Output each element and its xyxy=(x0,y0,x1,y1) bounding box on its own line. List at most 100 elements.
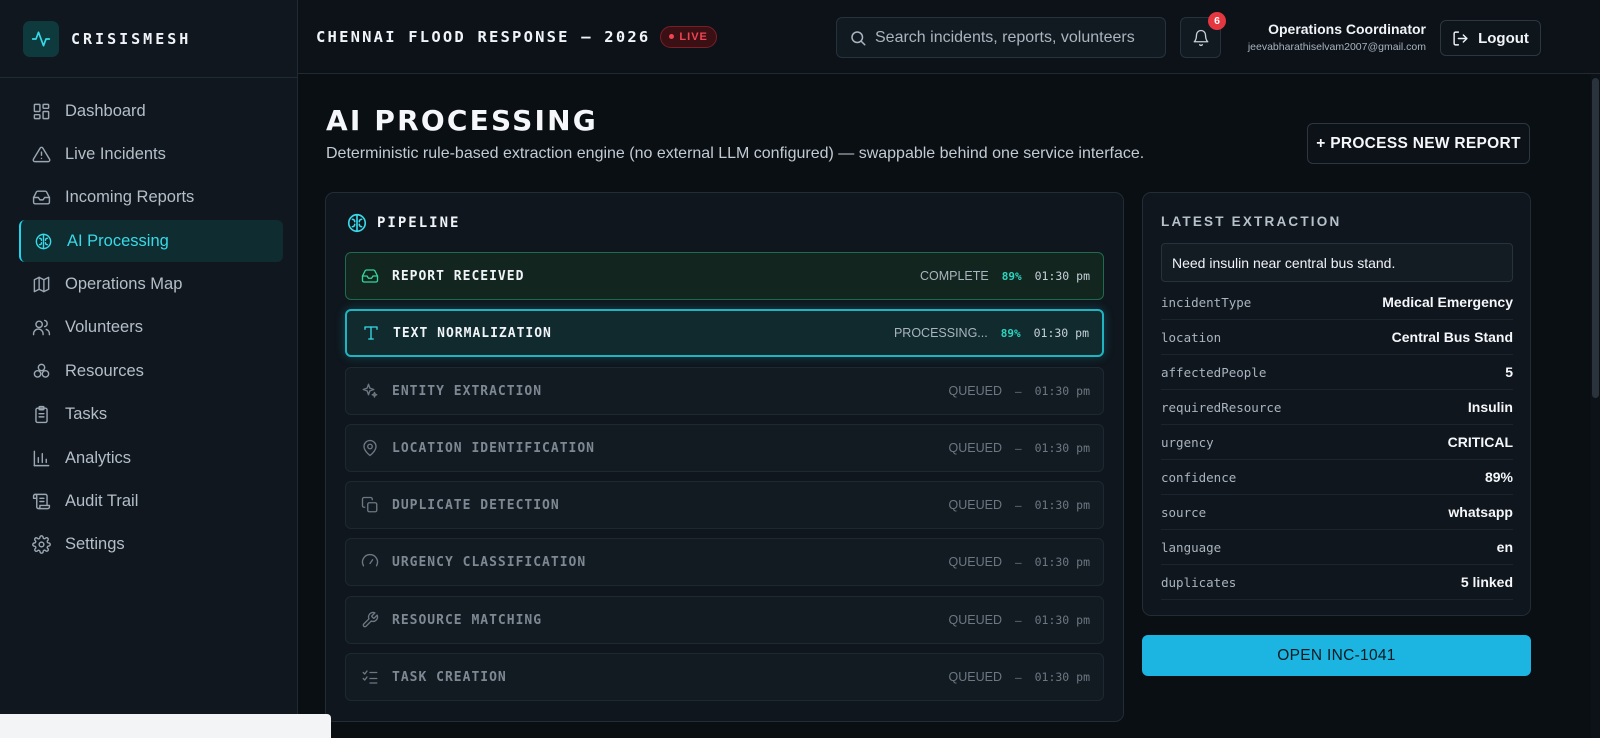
extraction-field-row: duplicates 5 linked xyxy=(1161,565,1513,600)
pipeline-step-location-identification[interactable]: LOCATION IDENTIFICATION QUEUED — 01:30 pm xyxy=(345,424,1104,472)
sidebar-item-label: AI Processing xyxy=(67,231,169,250)
page-subtitle: Deterministic rule-based extraction engi… xyxy=(326,145,1145,162)
field-value: en xyxy=(1496,539,1513,555)
notifications-button[interactable]: 6 xyxy=(1180,12,1226,58)
field-key: duplicates xyxy=(1161,574,1237,590)
field-value: 5 linked xyxy=(1460,574,1513,590)
dashboard-icon xyxy=(33,103,50,119)
field-key: confidence xyxy=(1161,469,1237,485)
sidebar-item-audit-trail[interactable]: Audit Trail xyxy=(19,481,283,523)
extraction-field-row: source whatsapp xyxy=(1161,495,1513,530)
scroll-icon xyxy=(32,493,51,510)
field-key: location xyxy=(1161,329,1222,345)
step-time: 01:30 pm xyxy=(1034,613,1090,627)
open-incident-button[interactable]: OPEN INC-1041 xyxy=(1142,635,1531,676)
pipeline-step-task-creation[interactable]: TASK CREATION QUEUED — 01:30 pm xyxy=(345,653,1104,701)
field-key: incidentType xyxy=(1161,294,1252,310)
map-icon xyxy=(33,276,50,293)
step-time: 01:30 pm xyxy=(1033,326,1089,340)
sidebar-item-operations-map[interactable]: Operations Map xyxy=(19,264,283,306)
field-value: CRITICAL xyxy=(1447,434,1513,450)
step-status: QUEUED xyxy=(948,555,1002,569)
pipeline-step-entity-extraction[interactable]: ENTITY EXTRACTION QUEUED — 01:30 pm xyxy=(345,367,1104,415)
step-label: DUPLICATE DETECTION xyxy=(392,497,560,513)
step-label: LOCATION IDENTIFICATION xyxy=(392,440,596,456)
step-time: 01:30 pm xyxy=(1034,498,1090,512)
step-time: 01:30 pm xyxy=(1034,269,1090,283)
sidebar-item-label: Operations Map xyxy=(65,275,183,294)
pipeline-step-urgency-classification[interactable]: URGENCY CLASSIFICATION QUEUED — 01:30 pm xyxy=(345,538,1104,586)
gauge-icon xyxy=(361,553,379,567)
step-confidence: 89% xyxy=(1001,269,1022,283)
pipeline-step-report-received[interactable]: REPORT RECEIVED COMPLETE 89% 01:30 pm xyxy=(345,252,1104,300)
sidebar-item-resources[interactable]: Resources xyxy=(19,350,283,392)
brand-name: CRISISMESH xyxy=(71,29,192,48)
alert-triangle-icon xyxy=(32,146,51,163)
map-pin-icon xyxy=(363,439,377,457)
sidebar-item-live-incidents[interactable]: Live Incidents xyxy=(19,133,283,175)
field-key: language xyxy=(1161,539,1222,555)
step-label: URGENCY CLASSIFICATION xyxy=(392,554,587,570)
sidebar-item-settings[interactable]: Settings xyxy=(19,524,283,566)
sidebar-item-label: Audit Trail xyxy=(65,492,139,511)
extraction-report-text: Need insulin near central bus stand. xyxy=(1161,243,1513,282)
search-input[interactable] xyxy=(875,28,1155,47)
pipeline-step-duplicate-detection[interactable]: DUPLICATE DETECTION QUEUED — 01:30 pm xyxy=(345,481,1104,529)
sidebar-item-incoming-reports[interactable]: Incoming Reports xyxy=(19,177,283,219)
user-email: jeevabharathiselvam2007@gmail.com xyxy=(1247,41,1426,53)
pipeline-step-resource-matching[interactable]: RESOURCE MATCHING QUEUED — 01:30 pm xyxy=(345,596,1104,644)
step-status: PROCESSING... xyxy=(893,326,988,340)
sidebar: CRISISMESH Dashboard Live Incidents Inco… xyxy=(0,0,298,738)
live-dot-icon xyxy=(669,34,675,39)
step-label: ENTITY EXTRACTION xyxy=(392,383,543,399)
field-value: 89% xyxy=(1484,469,1513,485)
search-box[interactable] xyxy=(836,17,1166,58)
step-time: 01:30 pm xyxy=(1034,670,1090,684)
step-status: QUEUED xyxy=(948,498,1002,512)
step-confidence: — xyxy=(1014,498,1022,512)
sidebar-item-tasks[interactable]: Tasks xyxy=(19,394,283,436)
scrollbar-thumb[interactable] xyxy=(1592,78,1599,398)
step-status: COMPLETE xyxy=(919,269,989,283)
sidebar-item-label: Settings xyxy=(65,535,125,554)
step-confidence: — xyxy=(1014,441,1022,455)
sidebar-item-volunteers[interactable]: Volunteers xyxy=(19,307,283,349)
field-key: requiredResource xyxy=(1161,399,1282,415)
logout-button[interactable]: Logout xyxy=(1440,20,1541,56)
sidebar-item-analytics[interactable]: Analytics xyxy=(19,437,283,479)
process-new-report-button[interactable]: + PROCESS NEW REPORT xyxy=(1307,123,1530,164)
wrench-icon xyxy=(362,611,379,628)
sidebar-item-dashboard[interactable]: Dashboard xyxy=(19,90,283,132)
field-value: 5 xyxy=(1505,364,1513,380)
page-scrollbar[interactable] xyxy=(1591,74,1600,738)
sidebar-item-label: Resources xyxy=(65,361,144,380)
latest-extraction-panel: LATEST EXTRACTION Need insulin near cent… xyxy=(1142,192,1531,616)
notification-count-badge: 6 xyxy=(1208,12,1226,30)
step-time: 01:30 pm xyxy=(1034,555,1090,569)
users-icon xyxy=(32,320,51,336)
sidebar-item-label: Dashboard xyxy=(65,101,146,120)
step-label: REPORT RECEIVED xyxy=(392,268,525,284)
sidebar-item-ai-processing[interactable]: AI Processing xyxy=(19,220,283,263)
inbox-icon xyxy=(32,190,51,205)
boxes-icon xyxy=(33,363,50,378)
extraction-field-row: urgency CRITICAL xyxy=(1161,425,1513,460)
step-confidence: — xyxy=(1014,555,1022,569)
field-value: whatsapp xyxy=(1448,504,1513,520)
step-confidence: — xyxy=(1014,670,1022,684)
field-key: affectedPeople xyxy=(1161,364,1267,380)
sidebar-item-label: Analytics xyxy=(65,448,132,467)
extraction-field-row: incidentType Medical Emergency xyxy=(1161,285,1513,320)
browser-status-bar xyxy=(0,714,331,738)
step-confidence: — xyxy=(1014,613,1022,627)
field-value: Medical Emergency xyxy=(1382,294,1513,310)
pipeline-step-text-normalization[interactable]: TEXT NORMALIZATION PROCESSING... 89% 01:30… xyxy=(345,309,1104,357)
activity-icon xyxy=(23,20,59,57)
extraction-field-row: requiredResource Insulin xyxy=(1161,390,1513,425)
step-label: TEXT NORMALIZATION xyxy=(393,325,552,341)
search-icon xyxy=(851,30,866,45)
logout-icon xyxy=(1453,30,1468,46)
pipeline-title: PIPELINE xyxy=(377,215,461,231)
extraction-title: LATEST EXTRACTION xyxy=(1161,214,1342,229)
live-badge: LIVE xyxy=(660,25,717,48)
